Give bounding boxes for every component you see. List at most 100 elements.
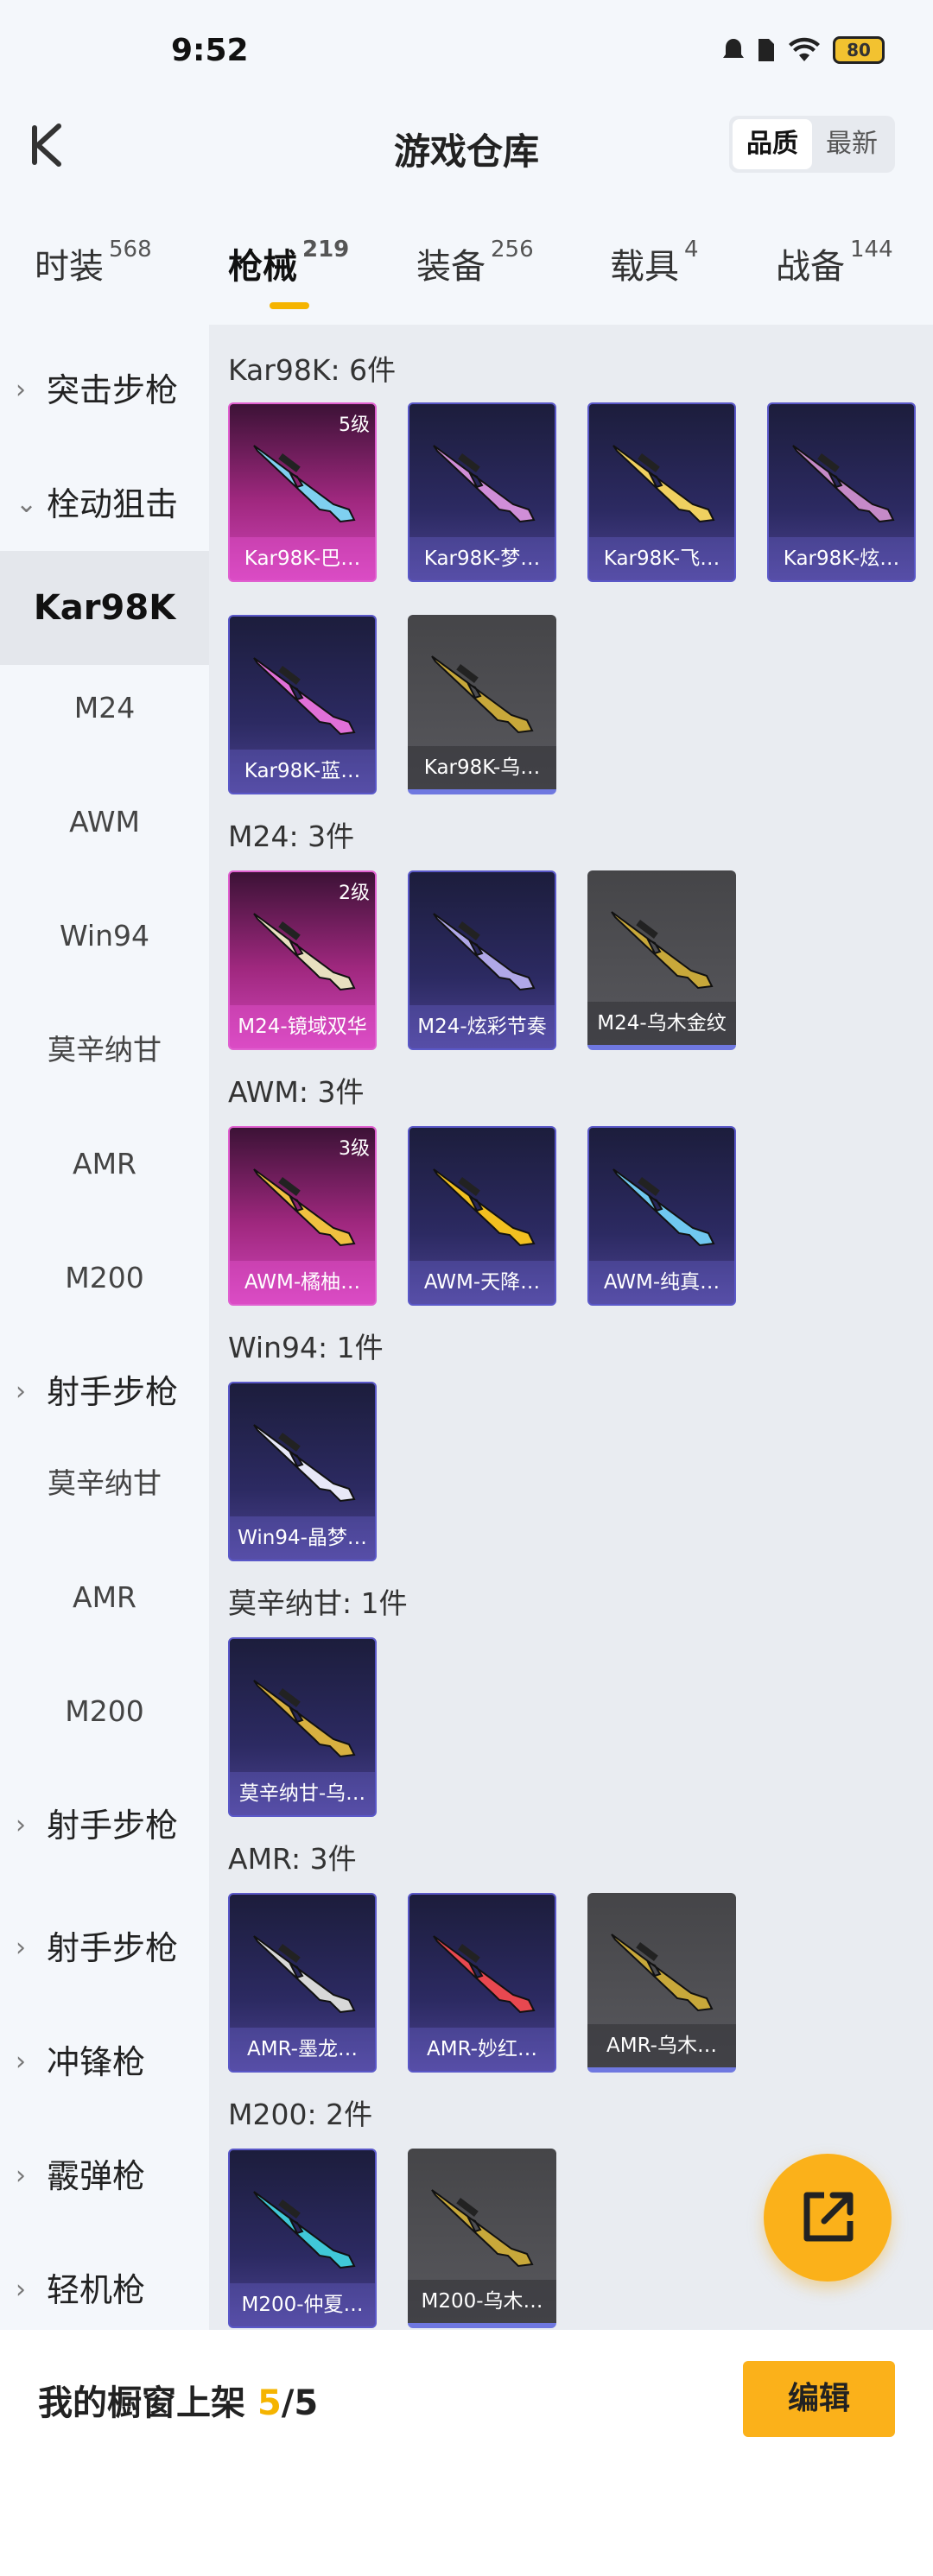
rifle-skin-icon — [433, 913, 536, 991]
chevron-right-icon: › — [16, 375, 26, 405]
weapon-name: Kar98K-梦… — [409, 537, 555, 580]
sort-quality-button[interactable]: 品质 — [733, 119, 812, 169]
weapon-card[interactable]: AMR-妙红… — [408, 1893, 556, 2073]
sidebar-item-weapon[interactable]: M200 — [0, 1684, 209, 1739]
rifle-skin-icon — [253, 445, 356, 523]
weapon-card[interactable]: AMR-墨龙… — [228, 1893, 377, 2073]
weapon-card[interactable]: M200-乌木… — [408, 2149, 556, 2328]
weapon-card[interactable]: 2级 M24-镜域双华 — [228, 870, 377, 1050]
weapon-card[interactable]: Kar98K-飞… — [587, 402, 736, 582]
weapon-card[interactable]: Win94-晶梦… — [228, 1382, 377, 1561]
weapon-card[interactable]: M24-炫彩节奏 — [408, 870, 556, 1050]
showcase-total: 5 — [294, 2383, 319, 2423]
weapon-name: M24-镜域双华 — [230, 1005, 375, 1048]
sort-newest-button[interactable]: 最新 — [812, 119, 892, 169]
weapon-card[interactable]: Kar98K-蓝… — [228, 615, 377, 794]
weapon-card[interactable]: 5级 Kar98K-巴… — [228, 402, 377, 582]
notification-icon — [723, 39, 744, 58]
showcase-count: 5 — [257, 2383, 282, 2423]
chevron-right-icon: › — [16, 1377, 26, 1407]
weapon-name: AMR-妙红… — [409, 2028, 555, 2071]
weapon-card[interactable]: Kar98K-梦… — [408, 402, 556, 582]
rifle-skin-icon — [431, 2189, 534, 2268]
tab-label: 装备 — [416, 247, 486, 287]
weapon-name: AMR-乌木… — [587, 2024, 736, 2067]
weapon-name: M200-仲夏… — [230, 2283, 375, 2326]
weapon-name: AWM-纯真… — [589, 1261, 734, 1304]
rifle-skin-icon — [253, 2191, 356, 2269]
weapon-name: Win94-晶梦… — [230, 1516, 375, 1560]
sidebar-item-category[interactable]: › 射手步枪 — [0, 1921, 209, 1976]
sidebar-item-weapon[interactable]: 莫辛纳甘 — [0, 1456, 209, 1511]
rifle-skin-icon — [611, 1934, 714, 2012]
tab-label: 枪械 — [228, 247, 297, 287]
sidebar-item-label: 射手步枪 — [47, 1929, 179, 1967]
sidebar-item-category[interactable]: › 轻机枪 — [0, 2263, 209, 2318]
weapon-name: Kar98K-炫… — [769, 537, 914, 580]
status-bar: 9:52 80 — [0, 0, 933, 104]
tab-firearms[interactable]: 枪械 219 — [228, 237, 349, 309]
sidebar-item-category[interactable]: › 突击步枪 — [0, 363, 209, 418]
tab-count: 4 — [684, 237, 699, 263]
level-badge: 2级 — [339, 883, 370, 904]
weapon-name: AMR-墨龙… — [230, 2028, 375, 2071]
sidebar-item-category[interactable]: ⌄ 栓动狙击 — [0, 477, 209, 532]
weapon-name: Kar98K-乌… — [408, 746, 556, 789]
sidebar-item-label: 霰弹枪 — [47, 2157, 146, 2195]
sidebar-item-label: Win94 — [60, 919, 149, 953]
sidebar-item-label: M200 — [65, 1261, 144, 1294]
status-time: 9:52 — [171, 33, 249, 68]
tab-supplies[interactable]: 战备 144 — [776, 237, 893, 288]
share-button[interactable] — [764, 2154, 892, 2282]
rifle-skin-icon — [433, 445, 536, 523]
sidebar-item-category[interactable]: › 射手步枪 — [0, 1798, 209, 1853]
sidebar-item-weapon[interactable]: AWM — [0, 794, 209, 850]
sidebar-item-weapon[interactable]: M200 — [0, 1250, 209, 1306]
sidebar-item-weapon[interactable]: Kar98K — [0, 551, 209, 665]
showcase-footer: 我的橱窗上架 5/5 编辑 — [0, 2330, 933, 2576]
rifle-skin-icon — [612, 445, 715, 523]
weapon-card[interactable]: AMR-乌木… — [587, 1893, 736, 2073]
weapon-card[interactable]: 3级 AWM-橘柚… — [228, 1126, 377, 1306]
weapon-name: Kar98K-飞… — [589, 537, 734, 580]
weapon-card[interactable]: 莫辛纳甘-乌… — [228, 1637, 377, 1817]
category-tabs: 时装 568 枪械 219 装备 256 载具 4 战备 144 — [0, 231, 933, 318]
group-header: Win94: 1件 — [228, 1331, 384, 1364]
sidebar-item-weapon[interactable]: M24 — [0, 680, 209, 736]
weapon-card[interactable]: M24-乌木金纹 — [587, 870, 736, 1050]
chevron-right-icon: › — [16, 1933, 26, 1963]
sidebar-item-weapon[interactable]: 莫辛纳甘 — [0, 1022, 209, 1078]
weapon-card[interactable]: M200-仲夏… — [228, 2149, 377, 2328]
rifle-skin-icon — [253, 913, 356, 991]
edit-button[interactable]: 编辑 — [743, 2361, 895, 2437]
showcase-label: 我的橱窗上架 — [38, 2383, 257, 2423]
weapon-card[interactable]: Kar98K-炫… — [767, 402, 916, 582]
tab-label: 战备 — [776, 247, 845, 287]
sidebar-item-weapon[interactable]: AMR — [0, 1136, 209, 1192]
sidebar-item-category[interactable]: › 冲锋枪 — [0, 2035, 209, 2090]
level-badge: 5级 — [339, 415, 370, 436]
tab-active-indicator — [270, 302, 309, 309]
tab-vehicles[interactable]: 载具 4 — [610, 237, 699, 288]
chevron-right-icon: › — [16, 2047, 26, 2077]
group-header: 莫辛纳甘: 1件 — [228, 1586, 408, 1620]
sidebar-item-weapon[interactable]: AMR — [0, 1570, 209, 1625]
rifle-skin-icon — [433, 1168, 536, 1247]
weapon-name: Kar98K-蓝… — [230, 750, 375, 793]
chevron-down-icon: ⌄ — [16, 489, 38, 519]
rifle-skin-icon — [253, 1424, 356, 1503]
sidebar-item-weapon[interactable]: Win94 — [0, 908, 209, 964]
weapon-name: AWM-天降… — [409, 1261, 555, 1304]
group-header: Kar98K: 6件 — [228, 353, 397, 387]
weapon-name: M24-乌木金纹 — [587, 1002, 736, 1045]
tab-equipment[interactable]: 装备 256 — [416, 237, 534, 288]
tab-outfit[interactable]: 时装 568 — [35, 237, 152, 288]
sidebar-item-label: 莫辛纳甘 — [48, 1466, 162, 1500]
tab-count: 144 — [850, 237, 893, 263]
weapon-card[interactable]: Kar98K-乌… — [408, 615, 556, 794]
battery-icon: 80 — [833, 36, 885, 64]
sidebar-item-category[interactable]: › 霰弹枪 — [0, 2149, 209, 2204]
weapon-card[interactable]: AWM-天降… — [408, 1126, 556, 1306]
weapon-card[interactable]: AWM-纯真… — [587, 1126, 736, 1306]
sidebar-item-category[interactable]: › 射手步枪 — [0, 1364, 209, 1420]
